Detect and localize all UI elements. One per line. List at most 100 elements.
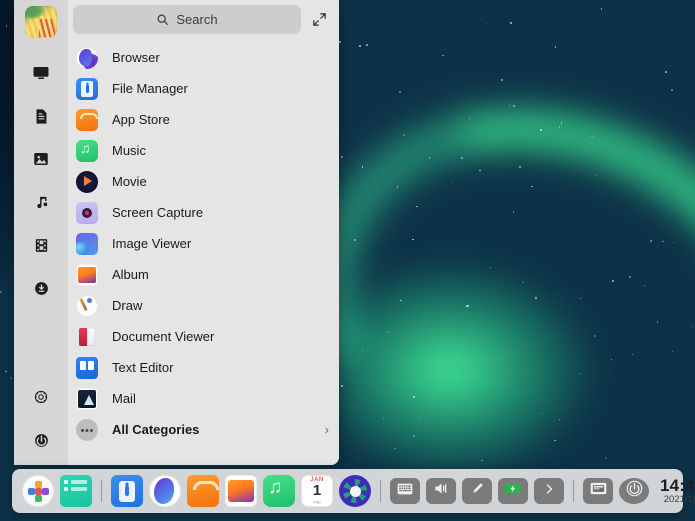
film-strip-icon xyxy=(35,238,47,252)
document-icon xyxy=(36,108,46,124)
launcher-main-pane: Search Browser File Manager App Store Music… xyxy=(68,0,339,465)
app-list-item-label: Mail xyxy=(112,391,136,406)
search-row: Search xyxy=(68,0,339,40)
clock-time: 14:40 xyxy=(660,476,695,496)
calendar-weekday: FRI xyxy=(313,500,321,505)
app-list-item[interactable]: Album xyxy=(68,259,339,290)
keyboard-icon xyxy=(397,482,413,500)
app-list-item[interactable]: Browser xyxy=(68,42,339,73)
dock-item-browser[interactable] xyxy=(149,475,181,507)
tray-button-multitasking[interactable] xyxy=(583,478,613,504)
app-list-item[interactable]: App Store xyxy=(68,104,339,135)
settings-gear-icon xyxy=(34,390,48,404)
music-app-icon xyxy=(76,139,98,162)
monitor-icon xyxy=(33,67,49,79)
music-note-icon xyxy=(36,196,47,208)
app-list-item[interactable]: File Manager xyxy=(68,73,339,104)
app-list-item-label: Text Editor xyxy=(112,360,174,375)
disc-download-icon xyxy=(34,281,48,295)
tray-button-volume[interactable] xyxy=(426,478,456,504)
tray-button-shutdown[interactable] xyxy=(619,478,649,504)
tray-button-brightness[interactable] xyxy=(462,478,492,504)
taskbar-dock: JAN1FRI 14:402021/1/1 xyxy=(12,469,695,513)
dock-system-tray: 14:402021/1/1 xyxy=(387,477,695,505)
app-list-item[interactable]: Draw xyxy=(68,290,339,321)
app-list-item-label: Document Viewer xyxy=(112,329,215,344)
dock-item-file-manager[interactable] xyxy=(111,475,143,507)
multitasking-view-icon xyxy=(590,482,607,500)
app-list-item-label: Image Viewer xyxy=(112,236,192,251)
dock-item-control-center[interactable] xyxy=(339,475,371,507)
dock-separator-3 xyxy=(573,480,574,502)
all-categories-label: All Categories xyxy=(112,422,200,437)
mail-icon xyxy=(76,387,98,410)
dock-item-launcher[interactable] xyxy=(22,475,54,507)
app-list-item[interactable]: Mail xyxy=(68,383,339,414)
fullscreen-toggle-button[interactable] xyxy=(307,8,331,32)
tray-button-keyboard-layout[interactable] xyxy=(390,478,420,504)
app-list-item-label: File Manager xyxy=(112,81,188,96)
app-list-item[interactable]: Screen Capture xyxy=(68,197,339,228)
clock-date: 2021/1/1 xyxy=(663,493,695,505)
image-viewer-icon xyxy=(76,232,98,255)
file-manager-icon xyxy=(76,77,98,100)
app-list-item[interactable]: Image Viewer xyxy=(68,228,339,259)
app-list-item-label: Screen Capture xyxy=(112,205,204,220)
fullscreen-expand-icon xyxy=(312,13,326,26)
app-list-item-label: Browser xyxy=(112,50,160,65)
app-list-item[interactable]: Music xyxy=(68,135,339,166)
launcher-sidebar xyxy=(14,0,68,465)
sidebar-item-settings[interactable] xyxy=(23,380,59,414)
app-list-item-label: Music xyxy=(112,143,146,158)
dock-separator-1 xyxy=(101,480,102,502)
sidebar-item-video[interactable] xyxy=(23,228,59,262)
application-list: Browser File Manager App Store Music Movie Sc… xyxy=(68,40,339,465)
tray-button-battery[interactable] xyxy=(498,478,528,504)
movie-icon xyxy=(76,170,98,193)
sidebar-item-document[interactable] xyxy=(23,99,59,133)
browser-icon xyxy=(76,46,98,69)
search-icon xyxy=(157,14,169,25)
text-editor-icon xyxy=(76,356,98,379)
battery-icon xyxy=(504,482,523,500)
app-list-item-label: Album xyxy=(112,267,149,282)
sidebar-item-power[interactable] xyxy=(23,423,59,457)
all-categories-item[interactable]: All Categories › xyxy=(68,414,339,445)
dock-item-album[interactable] xyxy=(225,475,257,507)
search-input[interactable]: Search xyxy=(73,5,301,34)
sidebar-item-image[interactable] xyxy=(23,142,59,176)
app-list-item[interactable]: Movie xyxy=(68,166,339,197)
app-list-item[interactable]: Text Editor xyxy=(68,352,339,383)
app-list-item-label: Movie xyxy=(112,174,147,189)
ellipsis-icon xyxy=(76,418,98,441)
power-icon xyxy=(626,480,643,502)
app-store-icon xyxy=(76,108,98,131)
dock-item-calendar[interactable]: JAN 1 FRI xyxy=(301,475,333,507)
album-icon xyxy=(76,263,98,286)
volume-icon xyxy=(433,481,450,501)
dock-separator-2 xyxy=(380,480,381,502)
chevron-right-icon xyxy=(543,482,555,500)
chevron-right-icon: › xyxy=(324,422,329,437)
dock-item-app-store[interactable] xyxy=(187,475,219,507)
tray-button-expand-tray[interactable] xyxy=(534,478,564,504)
app-list-item-label: App Store xyxy=(112,112,170,127)
dock-item-show-desktop[interactable] xyxy=(60,475,92,507)
document-viewer-icon xyxy=(76,326,98,348)
search-placeholder: Search xyxy=(176,12,218,27)
app-list-item-label: Draw xyxy=(112,298,143,313)
dock-pinned-apps: JAN1FRI xyxy=(19,475,387,507)
dock-clock[interactable]: 14:402021/1/1 xyxy=(660,477,695,505)
screen-capture-icon xyxy=(76,201,98,224)
sidebar-item-display[interactable] xyxy=(23,56,59,90)
launcher-window: Search Browser File Manager App Store Music… xyxy=(14,0,339,465)
user-avatar[interactable] xyxy=(25,6,57,38)
brightness-pen-icon xyxy=(470,481,485,501)
sidebar-item-install[interactable] xyxy=(23,271,59,305)
sidebar-item-music[interactable] xyxy=(23,185,59,219)
app-list-item[interactable]: Document Viewer xyxy=(68,321,339,352)
image-icon xyxy=(34,153,48,165)
dock-item-music[interactable] xyxy=(263,475,295,507)
draw-icon xyxy=(76,294,98,317)
power-icon xyxy=(34,433,48,447)
